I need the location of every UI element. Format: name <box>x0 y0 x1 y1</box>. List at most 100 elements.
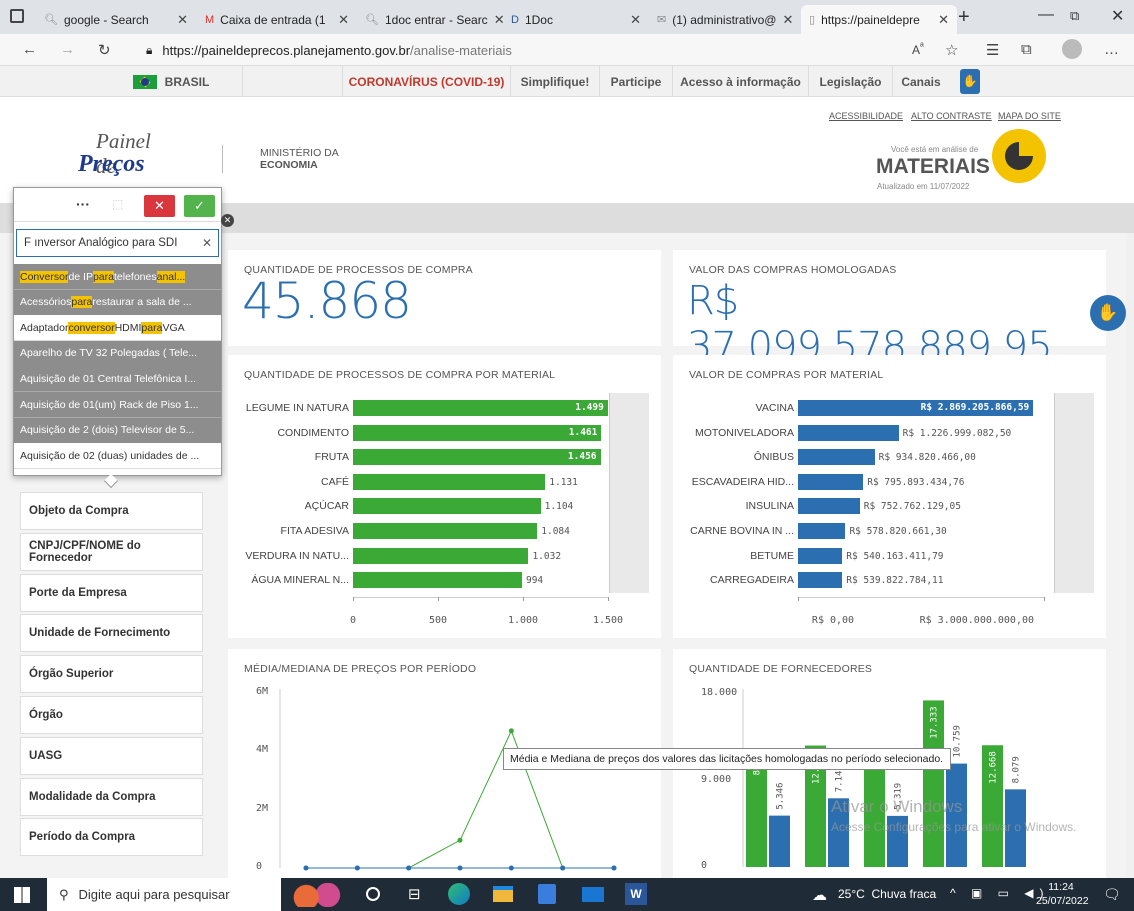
filter-button[interactable]: Porte da Empresa <box>20 573 203 612</box>
confirm-selection-button[interactable]: ✓ <box>184 195 215 217</box>
close-tab-icon[interactable]: ✕ <box>494 12 503 28</box>
bar-value-label: R$ 1.226.999.082,50 <box>902 427 1012 439</box>
close-popup-icon[interactable]: ✕ <box>221 214 234 227</box>
link-alto-contraste[interactable]: ALTO CONTRASTE <box>911 111 992 121</box>
page-scrollbar[interactable] <box>1126 233 1134 878</box>
bar[interactable] <box>353 473 546 490</box>
browser-tab[interactable]: M Caixa de entrada (1 ✕ <box>197 5 357 34</box>
bar[interactable] <box>798 498 860 515</box>
gov-link-canais[interactable]: Canais <box>893 66 949 97</box>
bar[interactable] <box>798 473 864 490</box>
filter-button[interactable]: UASG <box>20 736 203 775</box>
bar[interactable] <box>353 498 541 515</box>
search-suggestion[interactable]: Adaptador conversor HDMI para VGA <box>14 315 221 342</box>
gov-link-acesso[interactable]: Acesso à informação <box>673 66 809 97</box>
browser-tab[interactable]: ▯ https://paineldepre ✕ <box>801 5 957 34</box>
filter-button[interactable]: Órgão Superior <box>20 655 203 694</box>
bar[interactable] <box>353 547 529 564</box>
brasil-link[interactable]: BRASIL <box>0 66 243 97</box>
close-tab-icon[interactable]: ✕ <box>938 12 949 28</box>
forward-icon[interactable]: → <box>60 41 75 58</box>
more-options-icon[interactable]: ··· <box>76 196 90 212</box>
file-explorer-icon[interactable] <box>493 886 513 902</box>
search-suggestion[interactable]: Conversor de IP para telefones anal... <box>14 264 221 290</box>
search-suggestion[interactable]: Aquisição de 2 (dois) Televisor de 5... <box>14 417 221 444</box>
store-icon[interactable] <box>538 884 556 904</box>
gov-link-covid[interactable]: CORONAVÍRUS (COVID-19) <box>343 66 511 97</box>
tray-icons[interactable]: ^ ▣ ▭ ◀) <box>950 886 1050 900</box>
clear-search-icon[interactable]: ✕ <box>202 236 212 250</box>
vlibras-icon[interactable]: ✋ <box>960 69 980 94</box>
filter-label: UASG <box>29 749 63 762</box>
bar[interactable] <box>353 400 608 416</box>
select-all-icon[interactable]: ⬚ <box>112 197 123 211</box>
filter-button[interactable]: Objeto da Compra <box>20 492 203 530</box>
tab-label: (1) administrativo@ <box>672 12 777 27</box>
cancel-selection-button[interactable]: ✕ <box>144 195 175 217</box>
chart2-scroll-track[interactable] <box>1054 393 1094 593</box>
search-suggestion[interactable]: Acessórios para restaurar a sala de ... <box>14 289 221 316</box>
read-aloud-icon[interactable]: Aᵃ <box>912 41 924 57</box>
notifications-icon[interactable]: 🗨︎ <box>1103 886 1121 903</box>
site-logo[interactable]: Painel de Preços <box>74 129 174 179</box>
edge-icon[interactable] <box>448 883 470 905</box>
profile-avatar[interactable] <box>1062 39 1082 59</box>
close-tab-icon[interactable]: ✕ <box>338 12 349 28</box>
bar[interactable] <box>353 449 601 466</box>
taskbar-search[interactable]: ⚲ Digite aqui para pesquisar <box>47 878 281 911</box>
browser-tab[interactable]: D 1Doc ✕ <box>503 5 649 34</box>
bar[interactable] <box>798 424 899 441</box>
cortana-icon[interactable] <box>366 887 380 901</box>
bar[interactable] <box>353 523 538 539</box>
search-suggestion[interactable]: Aparelho de TV 32 Polegadas ( Tele... <box>14 340 221 367</box>
favorite-icon[interactable]: ☆ <box>945 41 958 59</box>
gov-link-legislacao[interactable]: Legislação <box>809 66 893 97</box>
favorites-list-icon[interactable]: ☰ <box>986 41 999 59</box>
url-field[interactable]: 🔒︎ https://paineldeprecos.planejamento.g… <box>146 38 866 62</box>
reload-icon[interactable]: ↻ <box>98 41 111 59</box>
browser-tab[interactable]: 🔍︎ google - Search ✕ <box>36 5 196 34</box>
browser-tab[interactable]: ✉ (1) administrativo@ ✕ <box>649 5 801 34</box>
close-tab-icon[interactable]: ✕ <box>630 12 641 28</box>
filter-button[interactable]: CNPJ/CPF/NOME do Fornecedor <box>20 532 203 571</box>
gov-link-participe[interactable]: Participe <box>600 66 673 97</box>
chart1-scroll-track[interactable] <box>609 393 649 593</box>
windows-start-icon[interactable] <box>14 887 30 903</box>
search-suggestion[interactable]: Aquisição de 02 (duas) unidades de ... <box>14 443 221 470</box>
filter-button[interactable]: Unidade de Fornecimento <box>20 614 203 653</box>
back-icon[interactable]: ← <box>22 41 37 58</box>
collections-icon[interactable]: ⧉ <box>1021 41 1032 58</box>
task-view-icon[interactable]: ⊟ <box>408 885 421 903</box>
link-mapa-site[interactable]: MAPA DO SITE <box>998 111 1061 121</box>
close-window-icon[interactable]: ✕ <box>1111 6 1124 26</box>
close-tab-icon[interactable]: ✕ <box>177 12 188 28</box>
filter-button[interactable]: Órgão <box>20 696 203 734</box>
search-suggestion[interactable]: Aquisição de 01 Central Telefônica I... <box>14 366 221 393</box>
vlibras-float-icon[interactable]: ✋ <box>1090 295 1126 331</box>
link-acessibilidade[interactable]: ACESSIBILIDADE <box>829 111 903 121</box>
bar[interactable] <box>353 424 602 441</box>
menu-icon[interactable]: … <box>1104 41 1119 58</box>
bar[interactable] <box>798 523 846 539</box>
bar[interactable] <box>353 572 522 589</box>
new-tab-icon[interactable]: + <box>958 6 970 29</box>
minimize-icon[interactable]: — <box>1038 6 1054 24</box>
tab-actions-icon[interactable] <box>10 9 24 23</box>
mail-icon[interactable] <box>582 887 604 902</box>
bar[interactable] <box>798 449 875 466</box>
coral-widget-icon[interactable] <box>290 883 344 907</box>
bar[interactable] <box>798 572 843 589</box>
filter-button[interactable]: Período da Compra <box>20 818 203 857</box>
browser-tab[interactable]: 🔍︎ 1doc entrar - Searc ✕ <box>357 5 503 34</box>
filter-button[interactable]: Modalidade da Compra <box>20 777 203 816</box>
weather-text[interactable]: 25°C Chuva fraca <box>838 887 936 901</box>
gov-link-simplifique[interactable]: Simplifique! <box>511 66 600 97</box>
restore-icon[interactable]: ⧉ <box>1070 8 1079 24</box>
search-input[interactable]: F ınversor Analógico para SDI ✕ <box>16 229 219 257</box>
clock[interactable]: 11:24 25/07/2022 <box>1036 880 1089 908</box>
tab-label: Caixa de entrada (1 <box>220 12 326 27</box>
search-suggestion[interactable]: Aquisição de 01(um) Rack de Piso 1... <box>14 392 221 418</box>
word-icon[interactable]: W <box>625 883 647 905</box>
close-tab-icon[interactable]: ✕ <box>782 12 793 28</box>
bar[interactable] <box>798 547 843 564</box>
